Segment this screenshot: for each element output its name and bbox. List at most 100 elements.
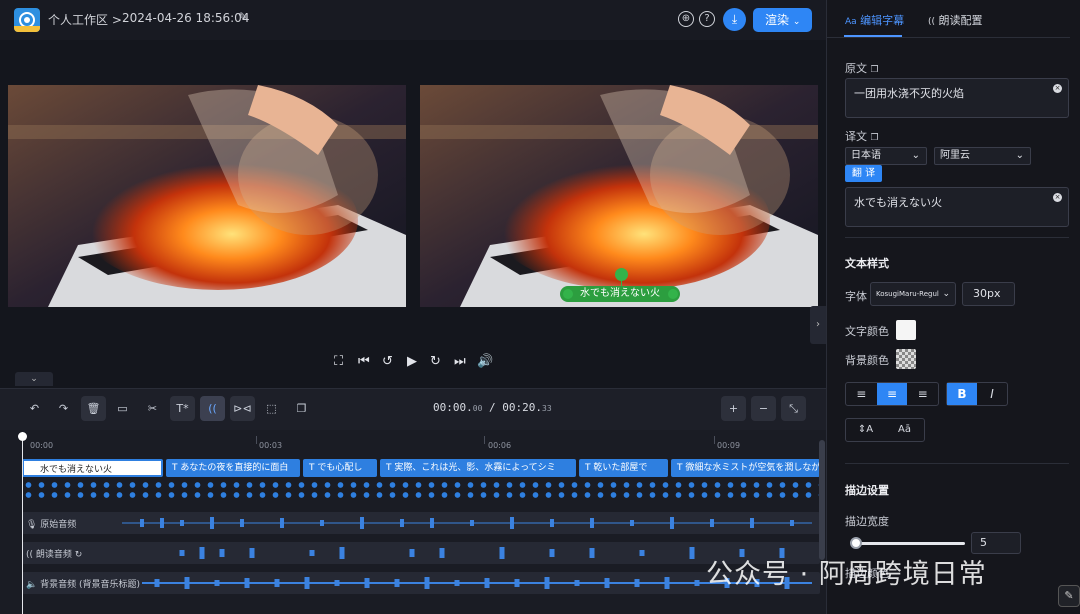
- tab-tts-config[interactable]: (( 朗读配置: [928, 12, 983, 28]
- narration-audio-track[interactable]: [22, 542, 820, 564]
- mirror-icon[interactable]: ⊳⊲: [230, 396, 255, 421]
- copy-icon[interactable]: ❐: [871, 133, 879, 143]
- clear-icon[interactable]: ×: [1053, 193, 1062, 202]
- bgm-audio-label-text: 背景音频 (背景音乐标题): [40, 580, 140, 590]
- original-label-text: 原文: [845, 62, 867, 75]
- ruler-label: 00:09: [717, 441, 741, 450]
- timeline-scrollbar[interactable]: [819, 440, 825, 560]
- section-divider: [845, 237, 1069, 238]
- ruler-tick: [484, 436, 485, 444]
- undo-icon[interactable]: ↶: [22, 396, 47, 421]
- chevron-down-icon: ⌄: [911, 150, 920, 161]
- zoom-in-icon[interactable]: +: [721, 396, 746, 421]
- ruler-label: 00:00: [30, 441, 54, 450]
- app-logo: [14, 8, 40, 32]
- help-icon[interactable]: ?: [699, 11, 715, 27]
- text-case-group: ⇕A Aā: [845, 418, 925, 442]
- download-button[interactable]: ⤓: [723, 8, 746, 31]
- subtitle-clip[interactable]: T でも心配し: [303, 459, 377, 477]
- redo-icon[interactable]: ↷: [51, 396, 76, 421]
- stroke-width-input[interactable]: 5: [971, 532, 1021, 554]
- export-icon[interactable]: ⬚: [259, 396, 284, 421]
- translated-text-field[interactable]: 水でも消えない火: [845, 187, 1069, 227]
- subtitle-clip-selected[interactable]: 水でも消えない火: [22, 459, 163, 477]
- copy-icon[interactable]: ❐: [289, 396, 314, 421]
- caption-left-handle[interactable]: [563, 289, 573, 299]
- original-audio-track[interactable]: [22, 512, 820, 534]
- play-icon[interactable]: ▶: [407, 354, 417, 369]
- original-video: [8, 85, 406, 307]
- subtitle-clip[interactable]: T 実際、これは光、影、水霧によってシミ: [380, 459, 576, 477]
- skip-start-icon[interactable]: ⏮: [358, 354, 370, 369]
- subtitle-clip[interactable]: T あなたの夜を直接的に面白: [166, 459, 300, 477]
- clear-icon[interactable]: ×: [1053, 84, 1062, 93]
- fit-screen-icon[interactable]: ⛶: [334, 354, 343, 369]
- feedback-icon[interactable]: ✎: [1058, 585, 1080, 607]
- magic-cut-icon[interactable]: ✂: [140, 396, 165, 421]
- collapse-panel-icon[interactable]: ›: [810, 306, 826, 344]
- keyframe-dots-track[interactable]: [22, 480, 820, 500]
- ruler-tick: [256, 436, 257, 444]
- bgm-audio-track[interactable]: [22, 572, 820, 594]
- align-right-icon[interactable]: ≡: [907, 383, 938, 405]
- original-audio-label-text: 原始音频: [40, 520, 77, 530]
- delete-icon[interactable]: 🗑: [81, 396, 106, 421]
- caption-overlay[interactable]: 水でも消えない火: [560, 286, 680, 302]
- narration-audio-label-text: 朗读音频: [35, 550, 72, 560]
- text-color-label: 文字颜色: [845, 325, 889, 338]
- text-align-group: ≡ ≡ ≡: [845, 382, 939, 406]
- align-left-icon[interactable]: ≡: [846, 383, 877, 405]
- bg-color-swatch[interactable]: [896, 349, 916, 369]
- tab-tts-config-label: 朗读配置: [938, 14, 983, 27]
- fit-timeline-icon[interactable]: ⤡: [781, 396, 806, 421]
- tab-edit-subtitle-label: 编辑字幕: [860, 14, 905, 27]
- font-select[interactable]: KosugiMaru-Regul ⌄: [870, 282, 956, 306]
- skip-end-icon[interactable]: ⏭: [454, 354, 466, 369]
- bold-icon[interactable]: B: [947, 383, 977, 405]
- italic-icon[interactable]: I: [977, 383, 1007, 405]
- ruler-label: 00:06: [488, 441, 512, 450]
- translate-button[interactable]: 翻 译: [845, 165, 882, 182]
- font-label: 字体: [845, 290, 867, 303]
- case-toggle-icon[interactable]: Aā: [885, 419, 924, 441]
- collapse-timeline-icon[interactable]: ⌄: [15, 372, 53, 386]
- copy-icon[interactable]: ❐: [871, 65, 879, 75]
- edit-title-icon[interactable]: ✎: [238, 10, 248, 24]
- bg-color-label: 背景颜色: [845, 354, 889, 367]
- tts-tab-icon: ((: [928, 17, 936, 27]
- split-icon[interactable]: ▭: [110, 396, 135, 421]
- volume-icon[interactable]: 🔊: [477, 354, 493, 369]
- original-text-field[interactable]: 一团用水浇不灭的火焰: [845, 78, 1069, 118]
- language-globe-icon[interactable]: ⊕: [678, 11, 694, 27]
- playhead[interactable]: [22, 432, 23, 614]
- rewind-icon[interactable]: ↺: [382, 354, 393, 369]
- narration-audio-label: (( 朗读音频 ↻: [26, 550, 83, 560]
- stroke-width-label: 描边宽度: [845, 515, 889, 528]
- letter-spacing-icon[interactable]: ⇕A: [846, 419, 885, 441]
- language-select[interactable]: 日本语 ⌄: [845, 147, 927, 165]
- forward-icon[interactable]: ↻: [430, 354, 441, 369]
- subtitle-clip[interactable]: T 乾いた部屋で: [579, 459, 668, 477]
- tab-edit-subtitle[interactable]: Aa 编辑字幕: [845, 12, 904, 28]
- tab-divider: [826, 37, 1070, 38]
- zoom-out-icon[interactable]: −: [751, 396, 776, 421]
- bgm-audio-label: 🔈 背景音频 (背景音乐标题): [26, 580, 140, 590]
- engine-select[interactable]: 阿里云 ⌄: [934, 147, 1031, 165]
- playhead-handle[interactable]: [18, 432, 27, 441]
- align-center-icon[interactable]: ≡: [876, 383, 908, 405]
- text-style-title: 文本样式: [845, 257, 889, 270]
- tts-icon[interactable]: ((: [200, 396, 225, 421]
- subtitle-clip[interactable]: T 微細な水ミストが空気を潤しなが: [671, 459, 820, 477]
- breadcrumb[interactable]: 个人工作区 >: [48, 11, 122, 28]
- render-button[interactable]: 渲染 ⌄: [753, 8, 812, 32]
- add-text-icon[interactable]: T*: [170, 396, 195, 421]
- font-size-input[interactable]: 30px: [962, 282, 1015, 306]
- ruler-label: 00:03: [259, 441, 283, 450]
- caption-right-handle[interactable]: [668, 289, 678, 299]
- translation-label-text: 译文: [845, 130, 867, 143]
- stroke-width-slider-track[interactable]: [852, 542, 965, 545]
- text-color-swatch[interactable]: [896, 320, 916, 340]
- chevron-down-icon: ⌄: [1015, 150, 1024, 161]
- language-select-value: 日本语: [851, 150, 881, 161]
- stroke-width-slider-thumb[interactable]: [850, 537, 862, 549]
